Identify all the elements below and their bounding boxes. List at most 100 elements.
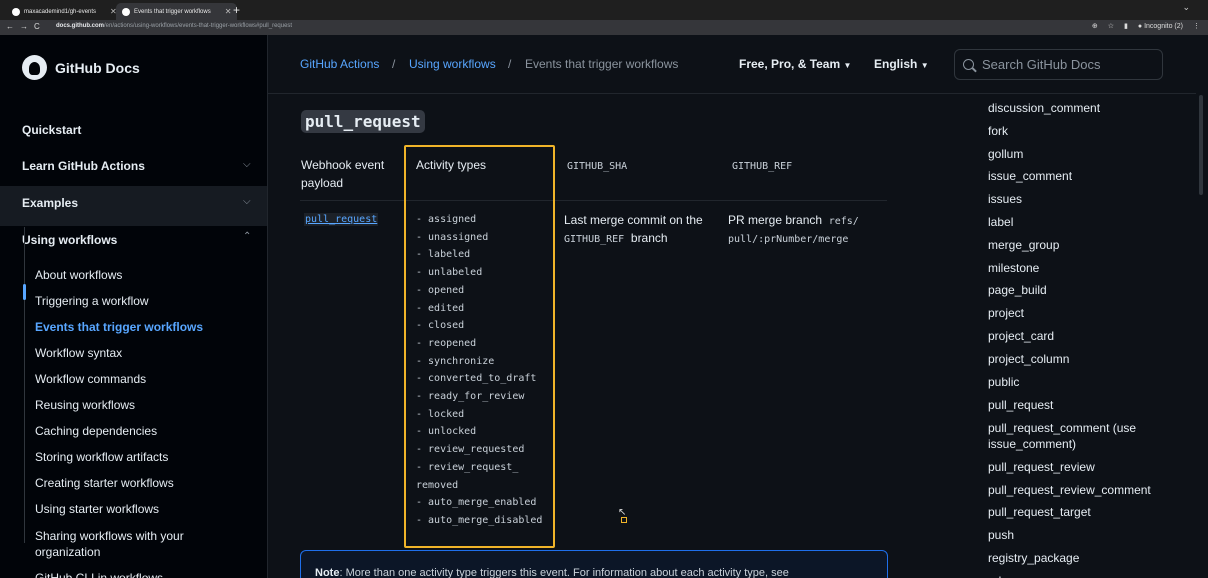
list-item: - auto_merge_enabled — [416, 497, 537, 509]
toc-item[interactable]: discussion_comment — [988, 100, 1168, 116]
sha-text-branch: branch — [630, 231, 668, 245]
sidebar-item-examples[interactable]: Examples — [22, 196, 78, 210]
list-item: - unassigned — [416, 231, 489, 243]
browser-menu-icon[interactable]: ⋮ — [1193, 22, 1200, 30]
docs-logo[interactable]: GitHub Docs — [22, 55, 140, 80]
toc-item[interactable]: fork — [988, 123, 1168, 139]
payload-link-pull-request[interactable]: pull_request — [304, 213, 379, 226]
sha-text-line-2: GITHUB_REF branch — [564, 229, 703, 249]
address-bar[interactable]: docs.github.com/en/actions/using-workflo… — [56, 23, 292, 29]
event-heading: pull_request — [301, 110, 425, 133]
close-tab-icon[interactable]: ✕ — [225, 7, 232, 16]
ref-text: PR merge branch — [728, 213, 823, 227]
search-input[interactable] — [982, 57, 1152, 72]
search-box[interactable] — [954, 49, 1163, 80]
th-github-sha: GITHUB_SHA — [567, 161, 628, 172]
sidebar-item-about-workflows[interactable]: About workflows — [35, 267, 235, 283]
note-label: Note — [315, 567, 340, 578]
breadcrumb-using-workflows[interactable]: Using workflows — [409, 57, 496, 71]
sha-text-line-1: Last merge commit on the — [564, 213, 703, 227]
list-item: - reopened — [416, 337, 477, 349]
toc-item[interactable]: push — [988, 527, 1168, 543]
toc-item[interactable]: registry_package — [988, 550, 1168, 566]
toc-item[interactable]: project_card — [988, 328, 1168, 344]
sidebar-item-storing-workflow-artifacts[interactable]: Storing workflow artifacts — [35, 449, 235, 465]
list-item: - converted_to_draft — [416, 373, 537, 385]
zoom-icon[interactable]: ⊕ — [1092, 22, 1098, 30]
list-item: - synchronize — [416, 355, 495, 367]
language-label: English — [874, 57, 918, 71]
list-item: - review_requested — [416, 444, 525, 456]
chevron-down-icon[interactable]: ⌵ — [243, 159, 251, 170]
profile-label: Incognito (2) — [1144, 22, 1183, 30]
toc-item[interactable]: pull_request_review — [988, 459, 1168, 475]
chevron-down-icon[interactable]: ⌵ — [243, 196, 251, 207]
sidebar-item-sharing-workflows[interactable]: Sharing workflows with your organization — [35, 528, 205, 560]
list-item: - closed — [416, 320, 465, 332]
sidebar-item-github-cli-in-workflows[interactable]: GitHub CLI in workflows — [35, 570, 235, 578]
toc-item[interactable]: pull_request — [988, 397, 1168, 413]
sidebar-item-learn-github-actions[interactable]: Learn GitHub Actions — [22, 159, 145, 173]
toc-item[interactable]: public — [988, 374, 1168, 390]
caret-down-icon: ▼ — [843, 61, 852, 70]
toc-item[interactable]: pull_request_target — [988, 504, 1168, 520]
list-item: - unlabeled — [416, 267, 483, 279]
bookmark-star-icon[interactable]: ☆ — [1108, 22, 1114, 30]
toc-item[interactable]: project_column — [988, 351, 1168, 367]
sidebar-item-workflow-syntax[interactable]: Workflow syntax — [35, 345, 235, 361]
browser-toolbar: ←→C docs.github.com/en/actions/using-wor… — [0, 20, 1208, 35]
sidepanel-icon[interactable]: ▮ — [1124, 22, 1128, 30]
sidebar-item-using-workflows[interactable]: Using workflows — [22, 233, 117, 247]
browser-tab-docs[interactable]: Events that trigger workflows ✕ — [116, 3, 238, 20]
tab-search-chevron-icon[interactable]: ⌄ — [1182, 2, 1190, 13]
version-dropdown[interactable]: Free, Pro, & Team ▼ — [739, 57, 851, 71]
incognito-icon: ● — [1137, 22, 1143, 30]
toc-item[interactable]: pull_request_comment (use issue_comment) — [988, 420, 1168, 452]
th-webhook-event-payload: Webhook event payload — [301, 158, 385, 190]
version-label: Free, Pro, & Team — [739, 57, 841, 71]
toc-item[interactable]: release — [988, 573, 1168, 578]
sidebar-item-triggering-a-workflow[interactable]: Triggering a workflow — [35, 293, 235, 309]
ref-description: PR merge branch refs/ pull/:prNumber/mer… — [728, 211, 859, 249]
breadcrumb-github-actions[interactable]: GitHub Actions — [300, 57, 379, 71]
chevron-up-icon[interactable]: ⌃ — [243, 231, 251, 242]
language-dropdown[interactable]: English ▼ — [874, 57, 929, 71]
toc-item[interactable]: label — [988, 214, 1168, 230]
url-host: docs.github.com — [56, 23, 104, 29]
toc-item[interactable]: pull_request_review_comment — [988, 482, 1168, 498]
browser-tab-bar: maxacademind1/gh-events ✕ Events that tr… — [0, 0, 1208, 20]
sidebar-item-reusing-workflows[interactable]: Reusing workflows — [35, 397, 235, 413]
scrollbar-thumb[interactable] — [1199, 95, 1203, 195]
list-item: - review_request_ — [416, 461, 519, 473]
ref-code-2: pull/:prNumber/merge — [728, 234, 849, 245]
nav-buttons[interactable]: ←→C — [6, 22, 46, 31]
sha-code: GITHUB_REF — [564, 234, 625, 245]
toc-item[interactable]: page_build — [988, 282, 1168, 298]
sidebar-item-caching-dependencies[interactable]: Caching dependencies — [35, 423, 235, 439]
note-text: : More than one activity type triggers t… — [339, 567, 789, 578]
toc-item[interactable]: milestone — [988, 260, 1168, 276]
sidebar-item-creating-starter-workflows[interactable]: Creating starter workflows — [35, 475, 235, 491]
list-item: - labeled — [416, 249, 471, 261]
toc-item[interactable]: gollum — [988, 146, 1168, 162]
click-indicator — [621, 517, 627, 523]
list-item: removed — [416, 479, 459, 491]
url-path: /en/actions/using-workflows/events-that-… — [104, 23, 293, 29]
new-tab-button[interactable]: + — [233, 3, 240, 17]
browser-tab-repo[interactable]: maxacademind1/gh-events ✕ — [6, 3, 123, 20]
list-item: - locked — [416, 408, 465, 420]
incognito-profile[interactable]: ● Incognito (2) — [1138, 23, 1183, 30]
sidebar-item-using-starter-workflows[interactable]: Using starter workflows — [35, 501, 235, 517]
sidebar-item-events-that-trigger-workflows[interactable]: Events that trigger workflows — [35, 319, 235, 335]
tab-label: Events that trigger workflows — [134, 8, 211, 15]
breadcrumb-separator: / — [508, 57, 512, 71]
toc-item[interactable]: merge_group — [988, 237, 1168, 253]
toc-item[interactable]: issue_comment — [988, 168, 1168, 184]
breadcrumb-separator: / — [392, 57, 396, 71]
sidebar-item-quickstart[interactable]: Quickstart — [22, 123, 81, 137]
toc-item[interactable]: project — [988, 305, 1168, 321]
ref-code-1: refs/ — [828, 216, 859, 227]
toc-item[interactable]: issues — [988, 191, 1168, 207]
th-github-ref: GITHUB_REF — [732, 161, 793, 172]
sidebar-item-workflow-commands[interactable]: Workflow commands — [35, 371, 235, 387]
